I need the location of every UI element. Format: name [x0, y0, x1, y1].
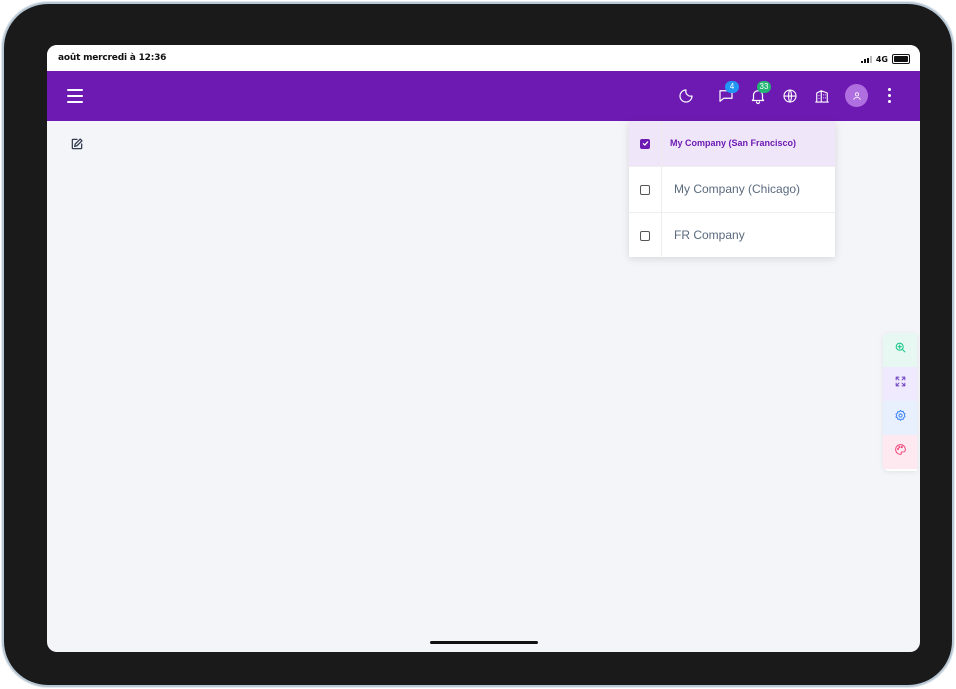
- globe-icon[interactable]: [781, 87, 799, 105]
- signal-icon: [860, 55, 872, 63]
- status-time: août mercredi à 12:36: [58, 53, 167, 63]
- top-navbar: 4 33: [47, 71, 920, 121]
- status-bar: août mercredi à 12:36 4G: [47, 45, 920, 71]
- status-indicators: 4G: [860, 54, 910, 64]
- home-indicator: [430, 641, 538, 644]
- settings-icon: [894, 409, 907, 427]
- network-type: 4G: [875, 54, 888, 64]
- avatar[interactable]: [845, 84, 868, 107]
- quick-actions-panel: [883, 333, 917, 471]
- company-option-san-francisco[interactable]: My Company (San Francisco): [629, 121, 835, 167]
- zoom-in-button[interactable]: [883, 333, 917, 367]
- chat-badge: 4: [725, 81, 739, 93]
- company-dropdown: My Company (San Francisco) My Company (C…: [629, 121, 835, 258]
- battery-icon: [892, 54, 910, 64]
- checkbox-checked[interactable]: [640, 138, 650, 149]
- palette-icon: [894, 443, 907, 461]
- more-vertical-icon[interactable]: [888, 88, 892, 104]
- fullscreen-button[interactable]: [883, 367, 917, 401]
- company-option-label: FR Company: [674, 228, 745, 242]
- checkbox[interactable]: [640, 184, 650, 195]
- company-option-chicago[interactable]: My Company (Chicago): [629, 167, 835, 213]
- edit-icon[interactable]: [70, 137, 84, 151]
- moon-icon[interactable]: [677, 87, 695, 105]
- settings-button[interactable]: [883, 401, 917, 435]
- company-option-fr[interactable]: FR Company: [629, 213, 835, 258]
- tablet-frame: août mercredi à 12:36 4G 4 33 My Company…: [4, 4, 952, 685]
- zoom-in-icon: [894, 341, 907, 359]
- bell-icon[interactable]: 33: [749, 81, 771, 105]
- chat-icon[interactable]: 4: [717, 81, 739, 105]
- notification-badge: 33: [757, 81, 771, 93]
- fullscreen-icon: [894, 375, 907, 393]
- palette-button[interactable]: [883, 435, 917, 469]
- building-icon[interactable]: [813, 87, 831, 105]
- company-option-label: My Company (San Francisco): [670, 138, 797, 148]
- hamburger-icon[interactable]: [67, 89, 83, 103]
- checkbox[interactable]: [640, 230, 650, 241]
- screen: août mercredi à 12:36 4G 4 33 My Company…: [47, 45, 920, 652]
- company-option-label: My Company (Chicago): [674, 182, 801, 196]
